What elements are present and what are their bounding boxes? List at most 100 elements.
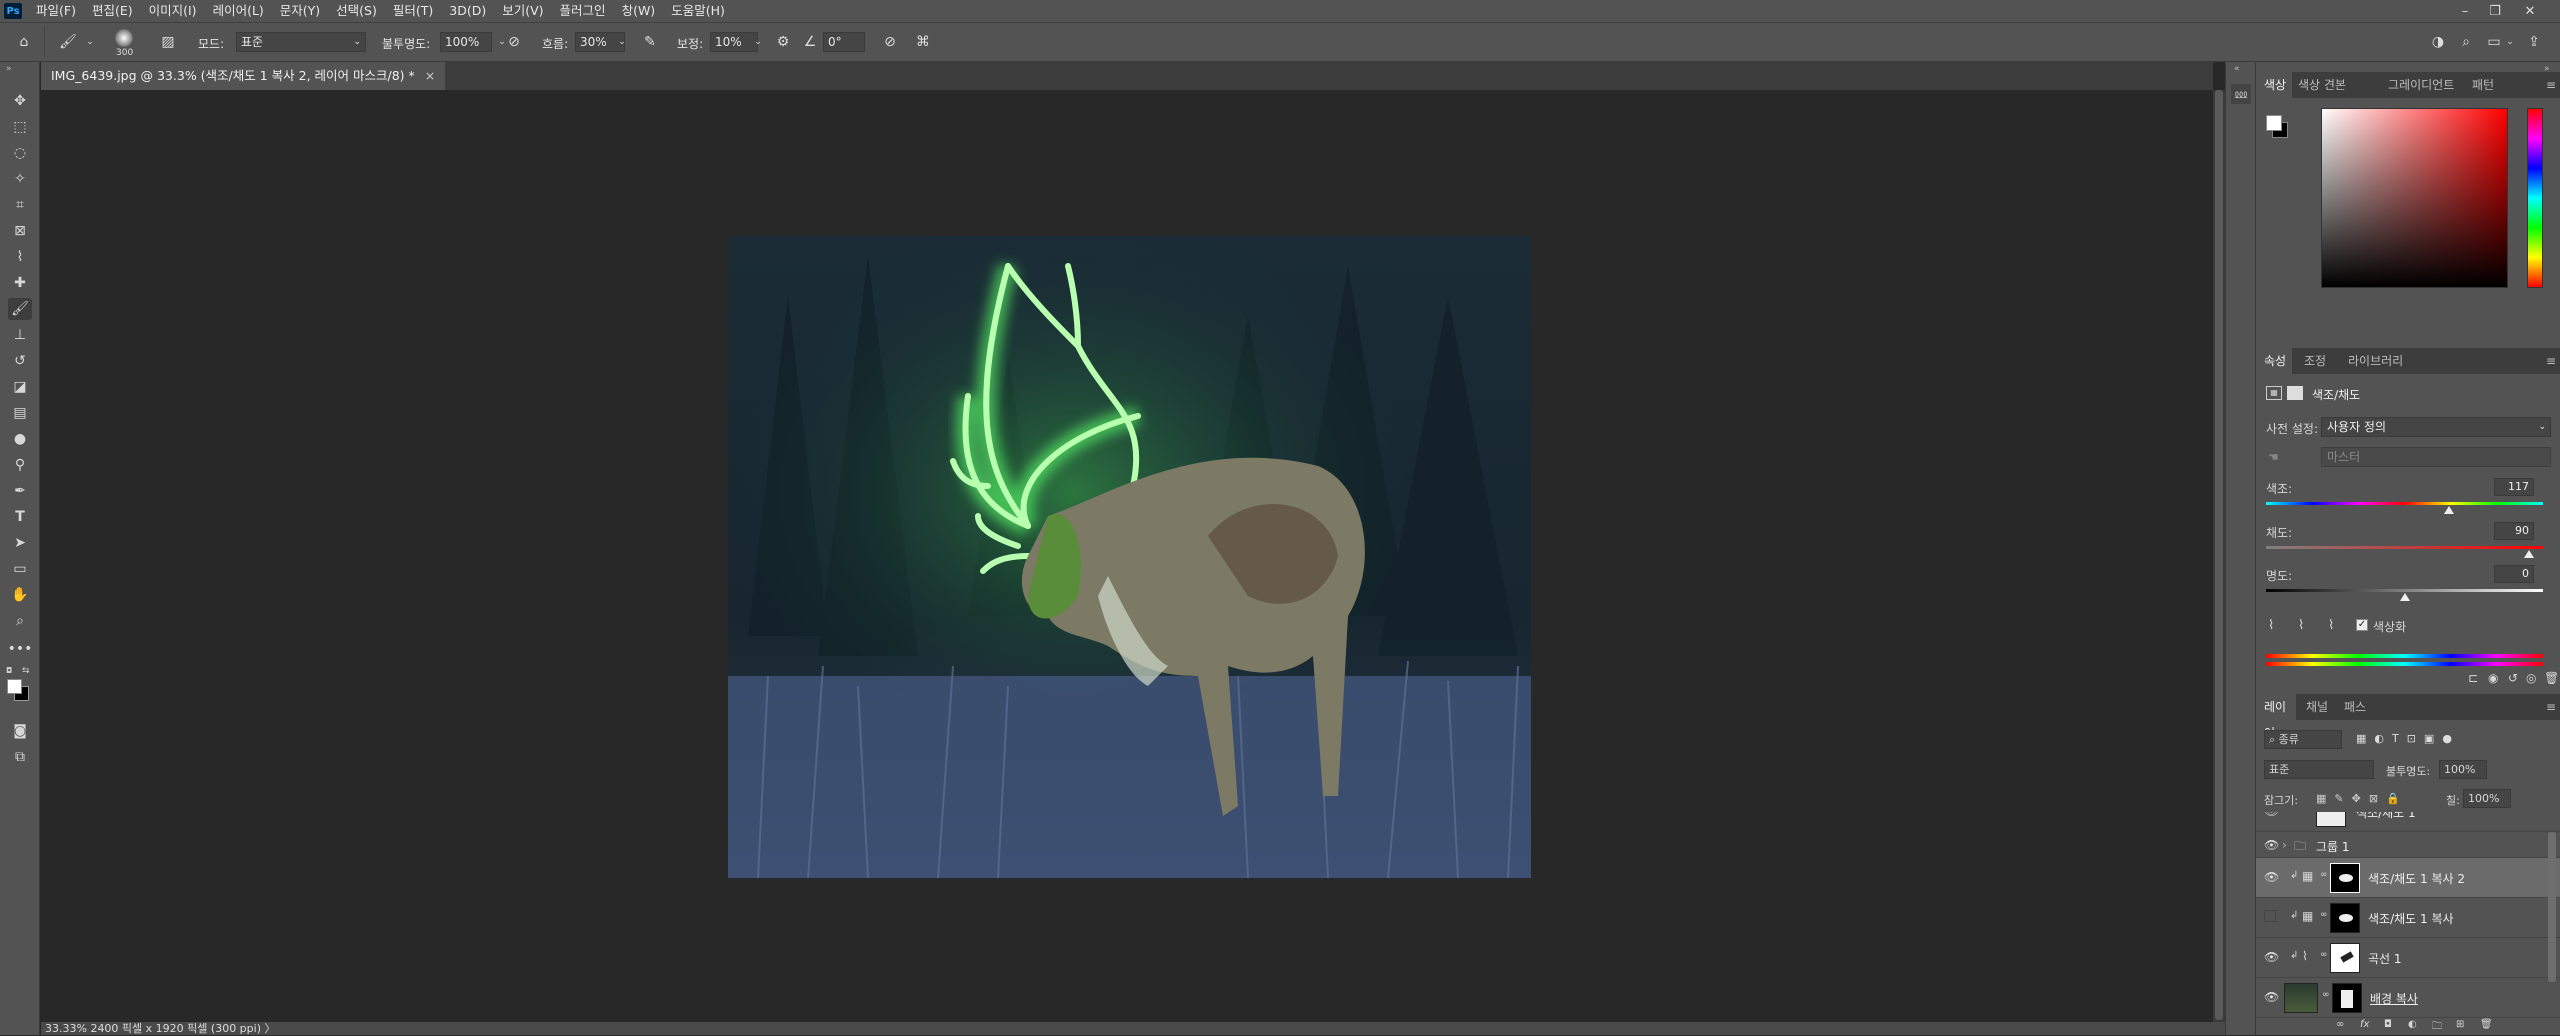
mode-select[interactable]: 표준 ⌄ — [236, 32, 366, 52]
color-panel-foreground-swatch[interactable] — [2266, 115, 2282, 131]
tab-patterns[interactable]: 패턴 — [2472, 72, 2494, 98]
blend-mode-select[interactable]: 표준 — [2264, 760, 2374, 779]
panel-menu-icon[interactable]: ≡ — [2546, 694, 2556, 720]
panel-menu-icon[interactable]: ≡ — [2546, 348, 2556, 374]
brush-settings-panel-icon[interactable]: ⅏ — [2231, 84, 2251, 104]
path-selection-tool-icon[interactable]: ➤ — [8, 532, 32, 554]
default-colors-icon[interactable]: ◘ — [6, 666, 12, 675]
gradient-tool-icon[interactable]: ▤ — [8, 402, 32, 424]
learn-icon[interactable]: ◑ — [2428, 32, 2448, 52]
hand-tool-icon[interactable]: ✋ — [8, 584, 32, 606]
close-button[interactable]: ✕ — [2515, 0, 2545, 22]
lock-icons[interactable]: ▦✎✥⊠🔒 — [2316, 792, 2408, 805]
brush-tool-icon[interactable]: 🖌 — [8, 298, 32, 320]
new-adjustment-icon[interactable]: ◐ — [2408, 1019, 2417, 1030]
targeted-adjustment-icon[interactable]: ☚ — [2268, 450, 2279, 464]
menu-type[interactable]: 문자(Y) — [272, 0, 328, 22]
layer-filter-icons[interactable]: ▦◐T⊡▣● — [2356, 732, 2460, 745]
foreground-color-swatch[interactable] — [7, 679, 22, 694]
new-group-icon[interactable]: 🗀 — [2432, 1019, 2442, 1036]
swap-colors-icon[interactable]: ⇆ — [22, 666, 30, 676]
menu-image[interactable]: 이미지(I) — [141, 0, 205, 22]
canvas-area[interactable] — [41, 90, 2213, 1022]
layer-mask-thumbnail[interactable] — [2330, 863, 2360, 893]
healing-brush-tool-icon[interactable]: ✚ — [8, 272, 32, 294]
opacity-input[interactable]: 100% — [440, 32, 492, 52]
lightness-value[interactable]: 0 — [2494, 565, 2534, 583]
reset-icon[interactable]: ↺ — [2508, 671, 2518, 685]
menu-select[interactable]: 선택(S) — [328, 0, 385, 22]
lightness-slider-thumb[interactable] — [2399, 593, 2410, 601]
tab-layers[interactable]: 레이어 — [2256, 694, 2296, 740]
menu-window[interactable]: 창(W) — [614, 0, 664, 22]
eyedropper-icon[interactable]: ⌇ — [2268, 618, 2274, 633]
layer-mask-thumbnail[interactable] — [2316, 812, 2346, 827]
layer-filter-select[interactable]: ⌕ 종류 — [2264, 730, 2342, 749]
pressure-size-icon[interactable]: ⊘ — [880, 32, 900, 52]
chevron-down-icon[interactable]: ⌄ — [80, 32, 100, 52]
layer-row[interactable]: ↲ ▦ ∞ 색조/채도 1 복사 — [2256, 898, 2560, 938]
expand-dock-icon[interactable]: « — [2234, 64, 2240, 74]
home-icon[interactable]: ⌂ — [14, 32, 34, 52]
visibility-icon[interactable]: ◎ — [2526, 671, 2536, 685]
fx-icon[interactable]: fx — [2360, 1019, 2369, 1030]
tab-paths[interactable]: 패스 — [2344, 694, 2366, 720]
trash-icon[interactable]: 🗑 — [2544, 671, 2559, 685]
link-icon[interactable]: ∞ — [2320, 870, 2328, 880]
screen-mode-icon[interactable]: ⧉ — [8, 746, 32, 768]
layer-row[interactable]: 👁 ↲ ⌇ ∞ 곡선 1 — [2256, 938, 2560, 978]
tab-adjustments[interactable]: 조정 — [2304, 348, 2326, 374]
lightness-track[interactable] — [2266, 589, 2543, 592]
menu-help[interactable]: 도움말(H) — [663, 0, 733, 22]
minimize-button[interactable]: – — [2450, 0, 2480, 22]
lasso-tool-icon[interactable]: ◌ — [8, 142, 32, 164]
menu-filter[interactable]: 필터(T) — [385, 0, 441, 22]
type-tool-icon[interactable]: T — [8, 506, 32, 528]
view-previous-icon[interactable]: ◉ — [2488, 671, 2498, 685]
eyedropper-tool-icon[interactable]: ⌇ — [8, 246, 32, 268]
menu-layer[interactable]: 레이어(L) — [205, 0, 272, 22]
crop-tool-icon[interactable]: ⌗ — [8, 194, 32, 216]
quick-mask-icon[interactable]: ◙ — [8, 720, 32, 742]
channel-select[interactable]: 마스터 — [2321, 447, 2551, 467]
chevron-down-icon[interactable]: ⌄ — [612, 32, 632, 52]
pressure-opacity-icon[interactable]: ⊘ — [504, 32, 524, 52]
share-icon[interactable]: ⇪ — [2524, 32, 2544, 52]
layer-opacity-input[interactable]: 100% — [2439, 760, 2487, 779]
history-brush-tool-icon[interactable]: ↺ — [8, 350, 32, 372]
new-layer-icon[interactable]: ⊞ — [2456, 1019, 2464, 1030]
marquee-tool-icon[interactable]: ⬚ — [8, 116, 32, 138]
eyedropper-plus-icon[interactable]: ⌇ — [2298, 618, 2304, 633]
chevron-right-icon[interactable]: › — [2282, 838, 2287, 852]
layer-thumbnail[interactable] — [2284, 983, 2318, 1013]
fill-input[interactable]: 100% — [2463, 789, 2511, 808]
airbrush-icon[interactable]: ✎ — [640, 32, 660, 52]
restore-button[interactable]: ❐ — [2480, 0, 2510, 22]
menu-file[interactable]: 파일(F) — [28, 0, 84, 22]
tab-swatches[interactable]: 색상 견본 — [2298, 72, 2346, 98]
clone-stamp-tool-icon[interactable]: ⊥ — [8, 324, 32, 346]
tab-channels[interactable]: 채널 — [2306, 694, 2328, 720]
document-tab[interactable]: IMG_6439.jpg @ 33.3% (색조/채도 1 복사 2, 레이어 … — [41, 62, 446, 90]
collapse-toolbar-icon[interactable]: » — [6, 64, 12, 74]
layer-row-selected[interactable]: 👁 ↲ ▦ ∞ 색조/채도 1 복사 2 — [2256, 858, 2560, 898]
menu-view[interactable]: 보기(V) — [494, 0, 551, 22]
eye-icon[interactable]: 👁 — [2264, 838, 2279, 852]
gear-icon[interactable]: ⚙ — [773, 32, 793, 52]
link-icon[interactable]: ∞ — [2322, 990, 2330, 1000]
brush-tip-icon[interactable] — [115, 29, 133, 47]
brush-tool-preset-icon[interactable]: 🖌 — [58, 32, 78, 52]
vertical-scrollbar-thumb[interactable] — [2215, 90, 2223, 1020]
menu-edit[interactable]: 편집(E) — [84, 0, 141, 22]
search-icon[interactable]: ⌕ — [2456, 32, 2476, 52]
document-canvas-image[interactable] — [728, 236, 1531, 878]
eraser-tool-icon[interactable]: ◪ — [8, 376, 32, 398]
eye-icon[interactable]: 👁 — [2264, 950, 2279, 964]
layer-mask-thumbnail[interactable] — [2330, 943, 2360, 973]
tab-color[interactable]: 색상 — [2256, 72, 2292, 98]
chevron-down-icon[interactable]: ⌄ — [748, 32, 768, 52]
frame-tool-icon[interactable]: ⊠ — [8, 220, 32, 242]
preset-select[interactable]: 사용자 정의 ⌄ — [2321, 417, 2551, 437]
eye-icon[interactable]: 👁 — [2264, 870, 2279, 884]
clip-to-layer-icon[interactable]: ⊏ — [2468, 671, 2478, 685]
